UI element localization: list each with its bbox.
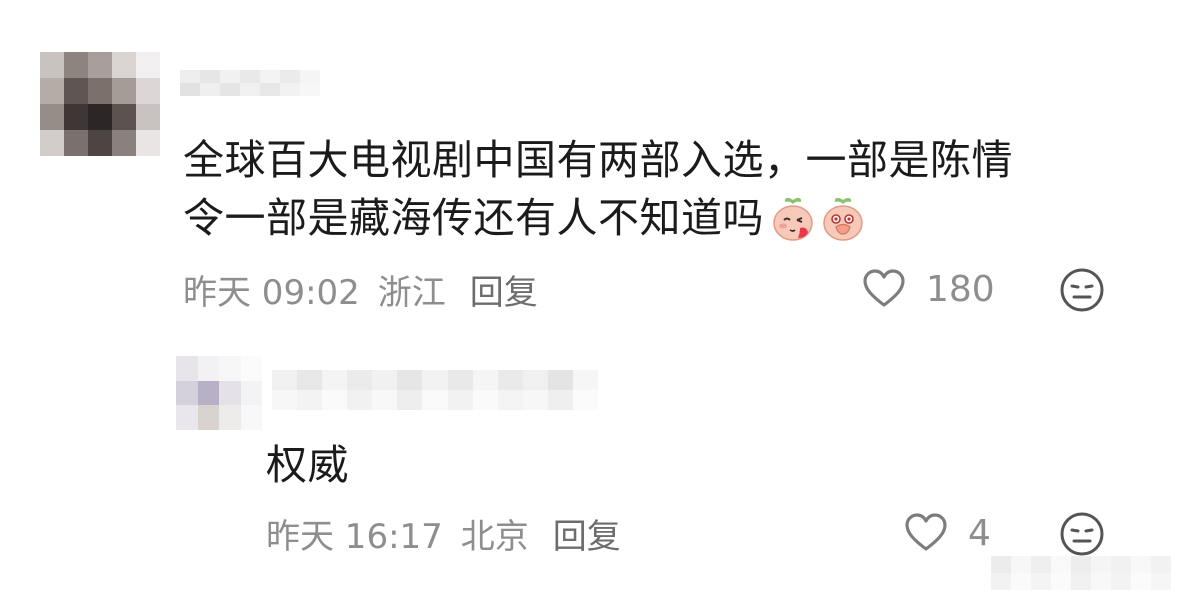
like-count: 180 <box>926 268 995 310</box>
reply-avatar[interactable] <box>176 356 262 430</box>
reply-time: 昨天 16:17 <box>266 516 443 557</box>
blush-peach-emoji-icon <box>773 197 813 241</box>
comment-text-line2: 令一部是藏海传还有人不知道吗 <box>183 194 764 242</box>
comment-time: 昨天 09:02 <box>183 272 360 313</box>
avatar[interactable] <box>40 52 160 156</box>
comment-meta: 昨天 09:02 浙江 回复 <box>183 265 556 314</box>
comment-text-continued: 令一部是藏海传还有人不知道吗 <box>183 193 1143 243</box>
reply-text: 权威 <box>266 441 349 489</box>
reply-button[interactable]: 回复 <box>470 265 538 314</box>
like-button[interactable]: 180 <box>862 266 995 312</box>
reply-location: 北京 <box>460 516 529 557</box>
reply-username[interactable] <box>272 370 598 410</box>
watermark <box>991 556 1171 590</box>
neutral-face-icon[interactable] <box>1058 266 1106 314</box>
neutral-face-icon[interactable] <box>1058 510 1106 558</box>
comment-location: 浙江 <box>377 272 446 313</box>
emoji-group <box>770 194 870 242</box>
shy-peach-emoji-icon <box>823 197 863 241</box>
reply-meta: 昨天 16:17 北京 回复 <box>266 509 639 558</box>
heart-outline-icon <box>863 269 905 307</box>
reply-like-button[interactable]: 4 <box>904 510 991 556</box>
username[interactable] <box>180 70 320 96</box>
reply-button[interactable]: 回复 <box>553 509 621 558</box>
comment-text: 全球百大电视剧中国有两部入选，一部是陈情 <box>183 136 1013 184</box>
heart-outline-icon <box>905 513 947 551</box>
reply-like-count: 4 <box>968 512 991 554</box>
